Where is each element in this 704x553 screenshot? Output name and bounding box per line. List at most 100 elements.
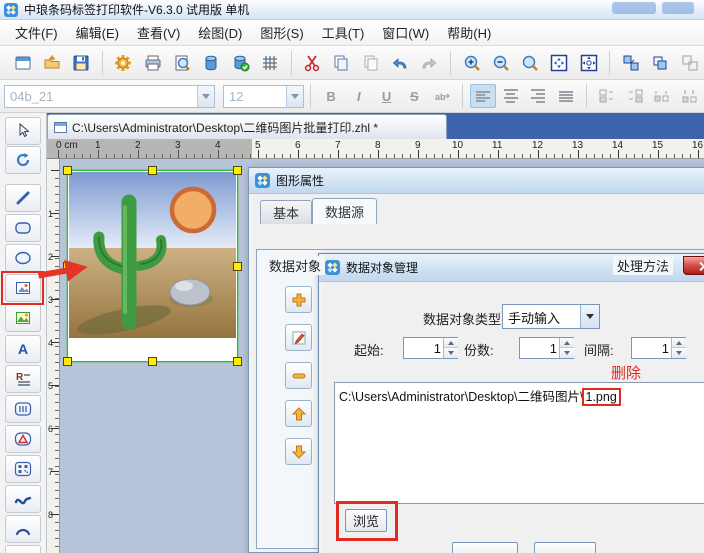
zoom-button[interactable] bbox=[517, 49, 542, 77]
strikethrough-button[interactable]: S bbox=[401, 84, 427, 108]
equal-height-button[interactable] bbox=[677, 84, 703, 108]
tool-shape[interactable] bbox=[5, 425, 41, 453]
align-right-button[interactable] bbox=[525, 84, 551, 108]
italic-button[interactable]: I bbox=[346, 84, 372, 108]
menu-edit[interactable]: 编辑(E) bbox=[67, 20, 128, 45]
spinner-up-button[interactable] bbox=[560, 338, 574, 348]
copy-button[interactable] bbox=[329, 49, 354, 77]
spinner-up-button[interactable] bbox=[672, 338, 686, 348]
tool-rotate[interactable] bbox=[5, 146, 41, 174]
redo-button[interactable] bbox=[417, 49, 442, 77]
selection-handle[interactable] bbox=[233, 357, 242, 366]
document-tab[interactable]: C:\Users\Administrator\Desktop\二维码图片批量打印… bbox=[47, 114, 447, 139]
font-name-dropdown-button[interactable] bbox=[196, 85, 214, 107]
zoom-in-icon bbox=[464, 55, 480, 71]
underline-button[interactable]: U bbox=[374, 84, 400, 108]
tool-text[interactable]: A bbox=[5, 335, 41, 363]
data-type-dropdown-button[interactable] bbox=[580, 305, 599, 328]
move-down-button[interactable] bbox=[285, 438, 312, 465]
tool-arc[interactable] bbox=[5, 515, 41, 543]
remove-data-button[interactable] bbox=[285, 362, 312, 389]
arrow-down-icon bbox=[291, 445, 306, 459]
desert-image[interactable] bbox=[69, 172, 236, 338]
tool-qrcode[interactable] bbox=[5, 455, 41, 483]
tool-select[interactable] bbox=[5, 117, 41, 145]
toolbar-separator bbox=[585, 84, 587, 108]
new-document-button[interactable] bbox=[10, 49, 35, 77]
spinner-down-button[interactable] bbox=[444, 348, 458, 358]
tool-rounded-rectangle[interactable] bbox=[5, 214, 41, 242]
bold-button[interactable]: B bbox=[318, 84, 344, 108]
start-spinner[interactable]: 1 bbox=[403, 337, 458, 359]
tab-data-source[interactable]: 数据源 bbox=[312, 198, 378, 224]
menu-shape[interactable]: 图形(S) bbox=[251, 20, 312, 45]
selection-handle[interactable] bbox=[233, 166, 242, 175]
equal-width-button[interactable] bbox=[649, 84, 675, 108]
manager-dialog-title: 数据对象管理 bbox=[346, 261, 419, 275]
selection-handle[interactable] bbox=[148, 166, 157, 175]
print-preview-button[interactable] bbox=[169, 49, 194, 77]
zoom-in-button[interactable] bbox=[459, 49, 484, 77]
ruler-mark: 3 bbox=[48, 295, 54, 305]
move-up-button[interactable] bbox=[285, 400, 312, 427]
font-size-combo[interactable]: 12 bbox=[222, 84, 305, 108]
menu-window[interactable]: 窗口(W) bbox=[373, 20, 438, 45]
tool-ellipse[interactable] bbox=[5, 244, 41, 272]
align-center-button[interactable] bbox=[498, 84, 524, 108]
align-left-button[interactable] bbox=[469, 84, 496, 108]
letter-spacing-button[interactable]: ab bbox=[429, 84, 455, 108]
fit-screen-button[interactable] bbox=[576, 49, 601, 77]
group-button[interactable] bbox=[618, 49, 643, 77]
menu-view[interactable]: 查看(V) bbox=[128, 20, 189, 45]
close-button[interactable] bbox=[683, 256, 704, 275]
menu-help[interactable]: 帮助(H) bbox=[438, 20, 500, 45]
tool-line[interactable] bbox=[5, 184, 41, 212]
spinner-down-button[interactable] bbox=[560, 348, 574, 358]
open-button[interactable] bbox=[39, 49, 64, 77]
spinner-down-button[interactable] bbox=[672, 348, 686, 358]
tool-rich-text[interactable]: R bbox=[5, 365, 41, 393]
font-size-dropdown-button[interactable] bbox=[286, 85, 304, 107]
database-check-button[interactable] bbox=[228, 49, 253, 77]
space-vertical-button[interactable] bbox=[622, 84, 648, 108]
space-horizontal-button[interactable] bbox=[594, 84, 620, 108]
settings-button[interactable] bbox=[111, 49, 136, 77]
zoom-out-button[interactable] bbox=[488, 49, 513, 77]
menu-file[interactable]: 文件(F) bbox=[6, 20, 67, 45]
selection-handle[interactable] bbox=[233, 262, 242, 271]
align-justify-button[interactable] bbox=[553, 84, 579, 108]
undo-button[interactable] bbox=[387, 49, 412, 77]
group-alt-button[interactable] bbox=[648, 49, 673, 77]
copies-spinner[interactable]: 1 bbox=[519, 337, 574, 359]
close-icon bbox=[698, 261, 704, 272]
dialog-bottom-button-1[interactable] bbox=[452, 542, 518, 553]
print-button[interactable] bbox=[140, 49, 165, 77]
edit-data-button[interactable] bbox=[285, 324, 312, 351]
dialog-bottom-button-2[interactable] bbox=[534, 542, 596, 553]
database-button[interactable] bbox=[199, 49, 224, 77]
spinner-up-button[interactable] bbox=[444, 338, 458, 348]
font-name-combo[interactable]: 04b_21 bbox=[4, 84, 215, 108]
data-list-textarea[interactable]: C:\Users\Administrator\Desktop\二维码图片\ 1.p… bbox=[334, 382, 704, 504]
data-type-dropdown[interactable]: 手动输入 bbox=[502, 304, 600, 329]
properties-dialog-titlebar[interactable]: 图形属性 bbox=[249, 168, 704, 194]
selection-handle[interactable] bbox=[63, 166, 72, 175]
label-page[interactable] bbox=[63, 166, 242, 366]
selection-handle[interactable] bbox=[63, 357, 72, 366]
tab-basic[interactable]: 基本 bbox=[260, 200, 313, 224]
paste-button[interactable] bbox=[358, 49, 383, 77]
tool-extra[interactable] bbox=[5, 545, 41, 553]
grid-button[interactable] bbox=[257, 49, 282, 77]
menu-tools[interactable]: 工具(T) bbox=[313, 20, 374, 45]
add-data-button[interactable] bbox=[285, 286, 312, 313]
save-button[interactable] bbox=[69, 49, 94, 77]
menu-draw[interactable]: 绘图(D) bbox=[189, 20, 251, 45]
ungroup-button[interactable] bbox=[677, 49, 702, 77]
interval-spinner[interactable]: 1 bbox=[631, 337, 686, 359]
tool-curve[interactable] bbox=[5, 485, 41, 513]
tool-barcode[interactable] bbox=[5, 395, 41, 423]
selection-handle[interactable] bbox=[148, 357, 157, 366]
fit-selection-button[interactable] bbox=[547, 49, 572, 77]
cut-button[interactable] bbox=[299, 49, 324, 77]
tool-picture[interactable] bbox=[5, 304, 41, 332]
